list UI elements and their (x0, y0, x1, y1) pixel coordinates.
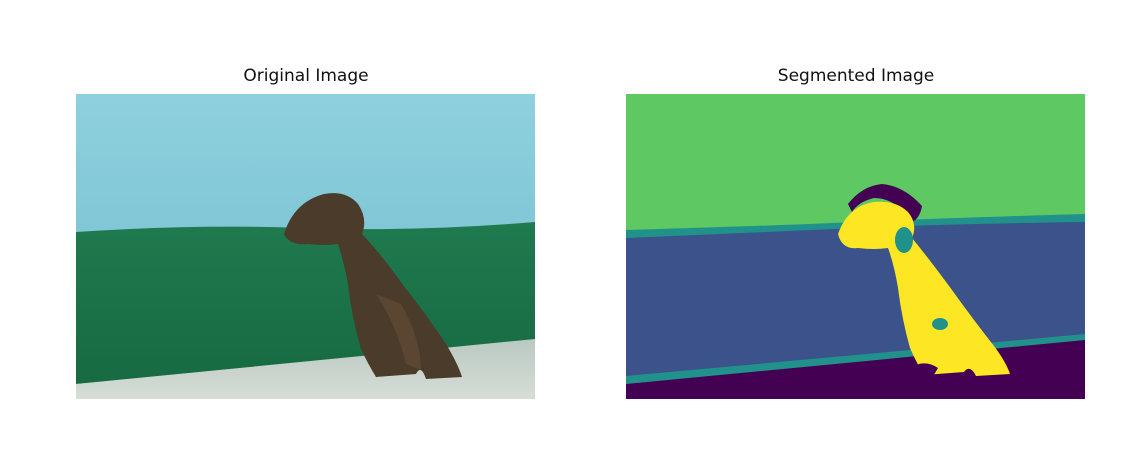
segmented-image-canvas (626, 94, 1085, 399)
segment-dog-spot-teal (932, 318, 948, 330)
segment-collar-teal (895, 227, 913, 253)
segmented-image-title: Segmented Image (777, 66, 935, 86)
original-image-title: Original Image (243, 66, 369, 86)
original-image-canvas (76, 94, 535, 399)
segmented-image (626, 94, 1085, 399)
original-image (76, 94, 535, 399)
